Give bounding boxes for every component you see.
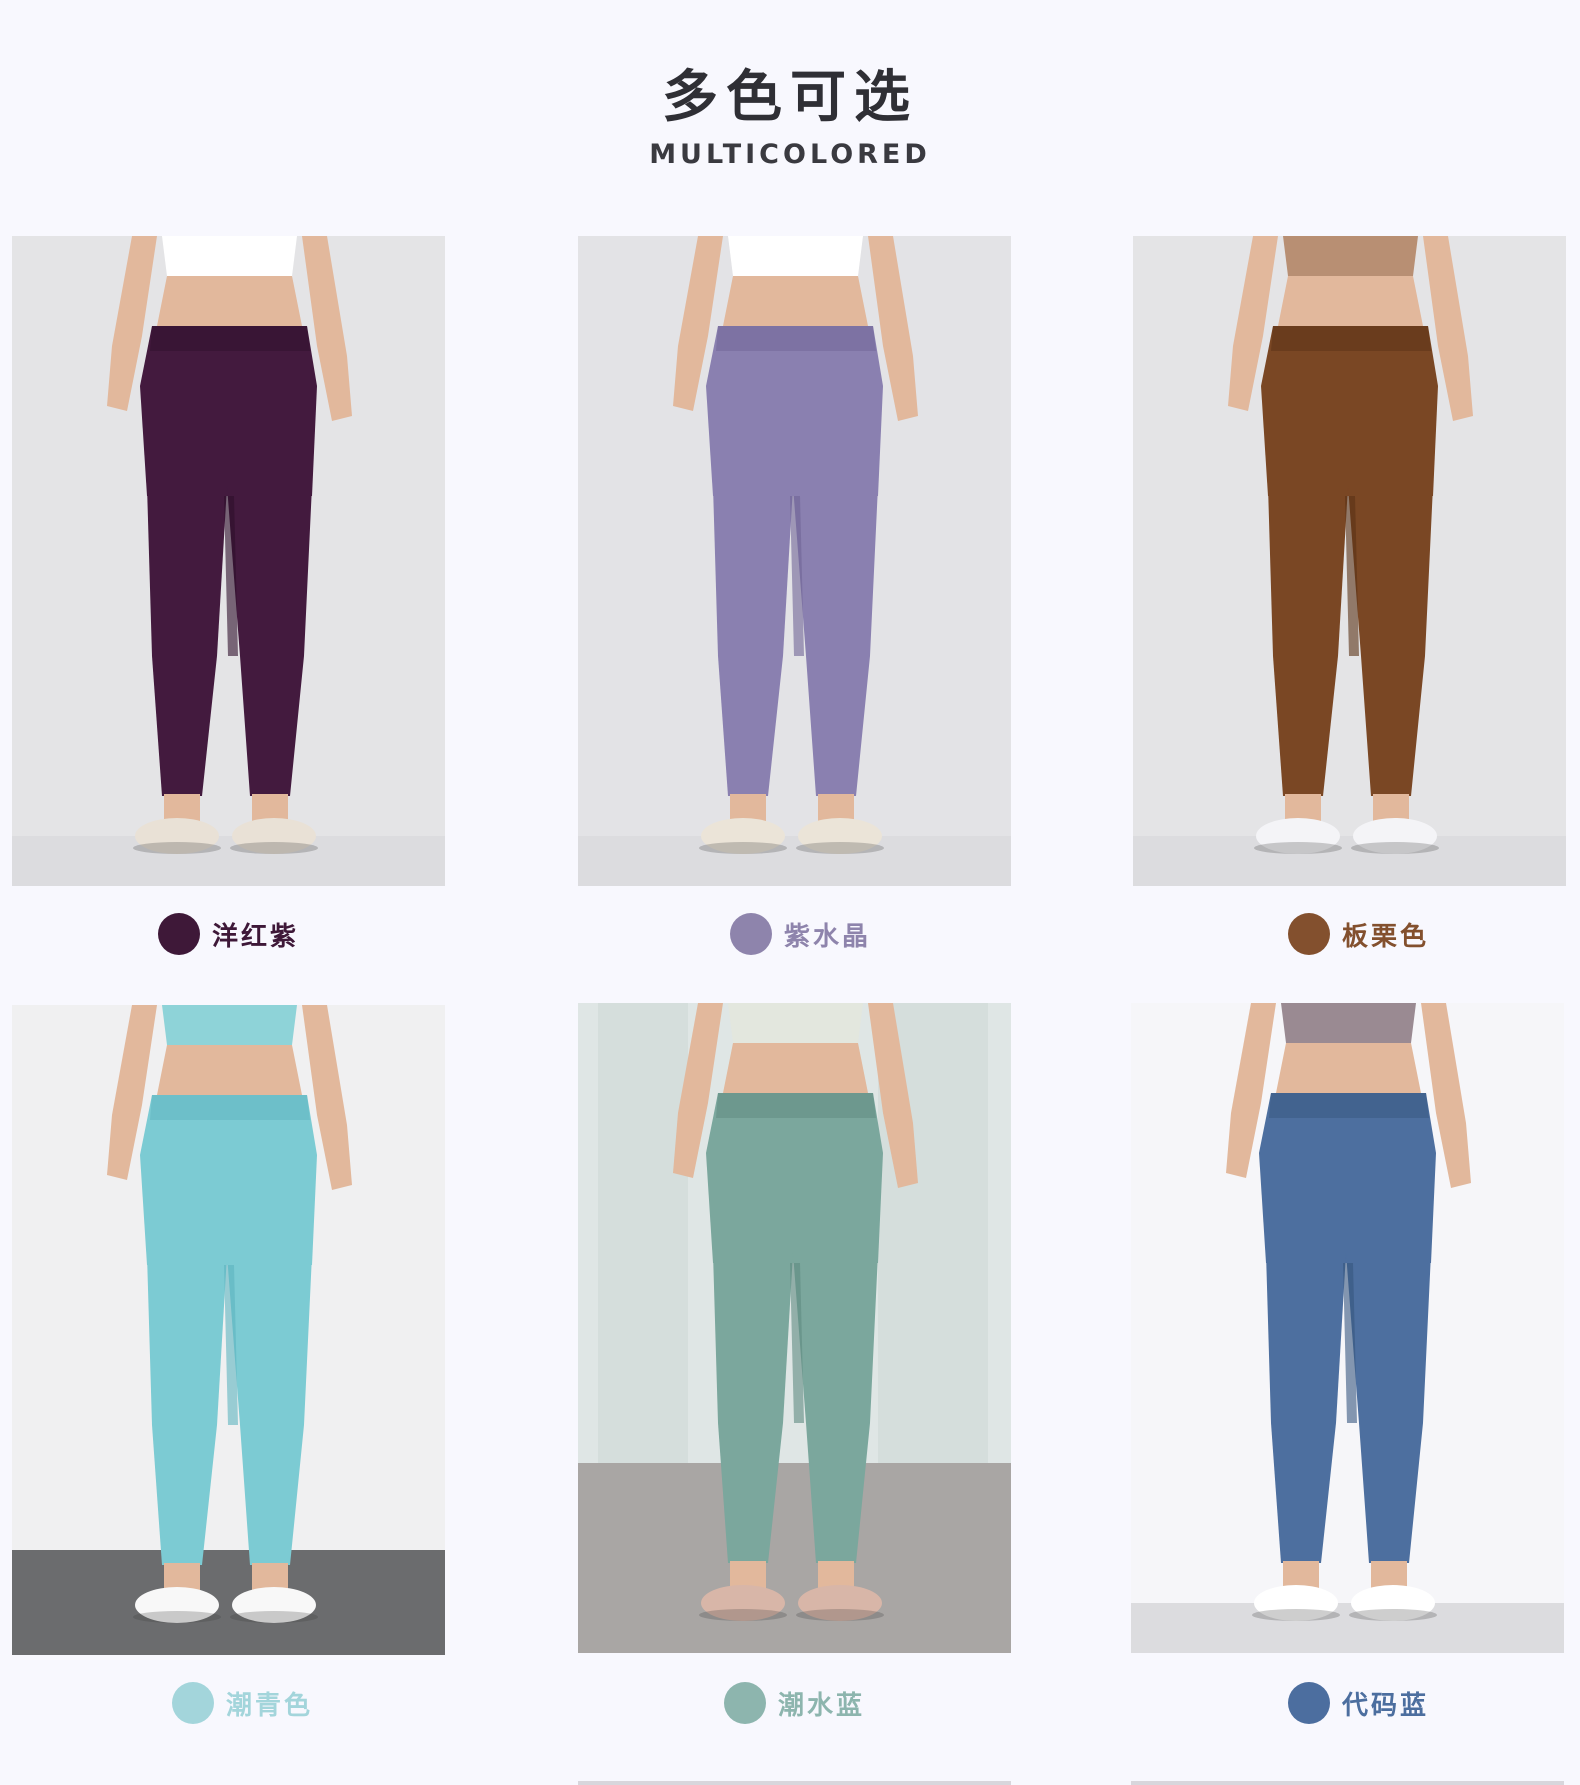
color-name: 潮青色 (226, 1690, 314, 1721)
leggings-illustration (12, 236, 445, 886)
leggings-illustration (578, 1003, 1011, 1653)
color-photo-magenta-purple[interactable] (12, 236, 445, 886)
color-option-chestnut[interactable]: 板栗色 (1288, 912, 1429, 956)
color-swatch (158, 913, 200, 955)
color-name: 潮水蓝 (778, 1690, 866, 1721)
color-name: 代码蓝 (1342, 1690, 1430, 1721)
color-swatch (1288, 913, 1330, 955)
color-option-magenta-purple[interactable]: 洋红紫 (158, 912, 299, 956)
color-option-code-blue[interactable]: 代码蓝 (1288, 1681, 1429, 1725)
leggings-illustration (1131, 1003, 1564, 1653)
color-name: 板栗色 (1342, 921, 1430, 952)
color-swatch (172, 1682, 214, 1724)
color-option-amethyst[interactable]: 紫水晶 (730, 912, 871, 956)
color-photo-chestnut[interactable] (1133, 236, 1566, 886)
section-title: 多色可选 (662, 65, 918, 130)
color-option-tide-blue[interactable]: 潮水蓝 (724, 1681, 865, 1725)
color-swatch (724, 1682, 766, 1724)
color-photo-amethyst[interactable] (578, 236, 1011, 886)
color-option-tide-cyan[interactable]: 潮青色 (172, 1681, 313, 1725)
next-row-photo-edge (1131, 1781, 1564, 1785)
leggings-illustration (578, 236, 1011, 886)
color-name: 洋红紫 (212, 921, 300, 952)
color-photo-tide-blue[interactable] (578, 1003, 1011, 1653)
section-subtitle: MULTICOLORED (649, 139, 931, 170)
next-row-photo-edge (578, 1781, 1011, 1785)
color-swatch (1288, 1682, 1330, 1724)
leggings-illustration (12, 1005, 445, 1655)
color-photo-tide-cyan[interactable] (12, 1005, 445, 1655)
color-photo-code-blue[interactable] (1131, 1003, 1564, 1653)
leggings-illustration (1133, 236, 1566, 886)
color-name: 紫水晶 (784, 921, 872, 952)
multicolor-section: 多色可选 MULTICOLORED 洋红紫 紫水晶 板栗色 潮青色 潮水蓝 代码… (0, 0, 1580, 1785)
color-swatch (730, 913, 772, 955)
